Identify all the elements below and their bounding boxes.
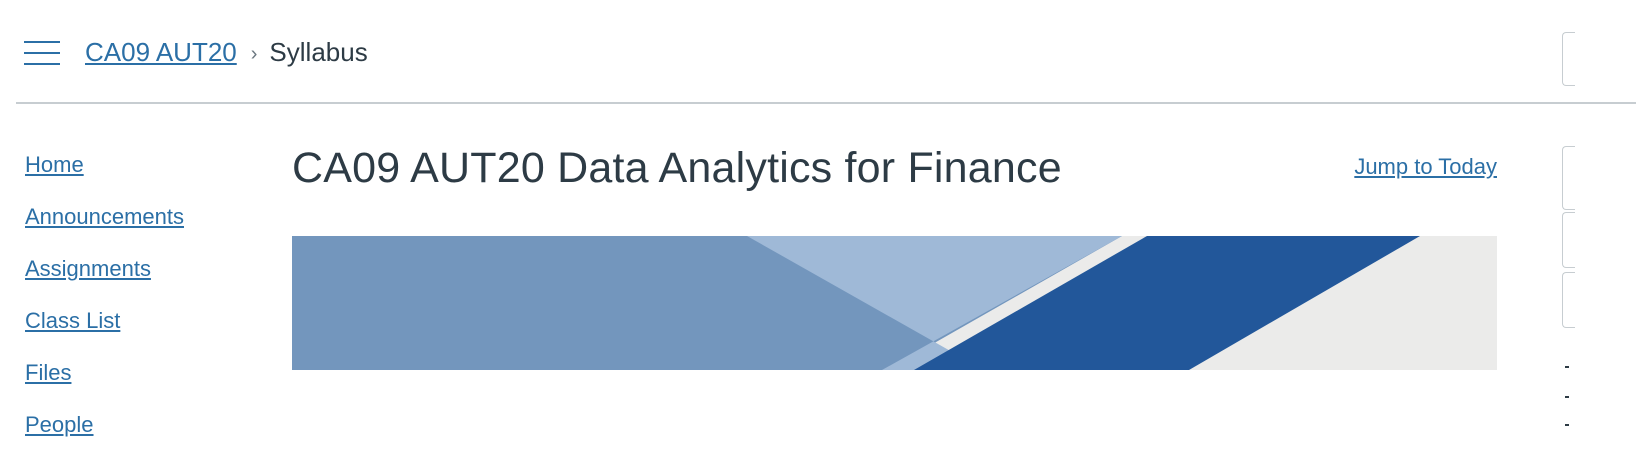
course-nav-item-class-list[interactable]: Class List [25,306,245,358]
course-nav-item-assignments[interactable]: Assignments [25,254,245,306]
course-nav-item-announcements[interactable]: Announcements [25,202,245,254]
header-divider [16,102,1636,104]
chevron-right-icon: › [250,42,258,65]
page-title: CA09 AUT20 Data Analytics for Finance [292,144,1062,192]
right-sidebar-button[interactable] [1562,146,1575,210]
course-banner-image [292,236,1497,370]
right-sidebar-toggle-button[interactable] [1562,32,1575,86]
right-sidebar-mark [1565,424,1569,426]
right-sidebar-mark [1565,396,1569,398]
menu-icon[interactable] [24,40,60,66]
right-sidebar-button[interactable] [1562,212,1575,268]
banner-graphic [292,236,1497,370]
course-navigation: Home Announcements Assignments Class Lis… [25,150,245,462]
course-nav-item-people[interactable]: People [25,410,245,462]
breadcrumb-course-link[interactable]: CA09 AUT20 [85,37,237,68]
right-sidebar-button[interactable] [1562,272,1575,328]
right-sidebar-mark [1565,366,1569,368]
global-header: CA09 AUT20 › Syllabus [0,0,1636,104]
breadcrumb: CA09 AUT20 › Syllabus [85,34,368,70]
course-nav-item-home[interactable]: Home [25,150,245,202]
course-nav-item-files[interactable]: Files [25,358,245,410]
jump-to-today-link[interactable]: Jump to Today [1354,154,1497,180]
breadcrumb-current: Syllabus [269,36,368,67]
